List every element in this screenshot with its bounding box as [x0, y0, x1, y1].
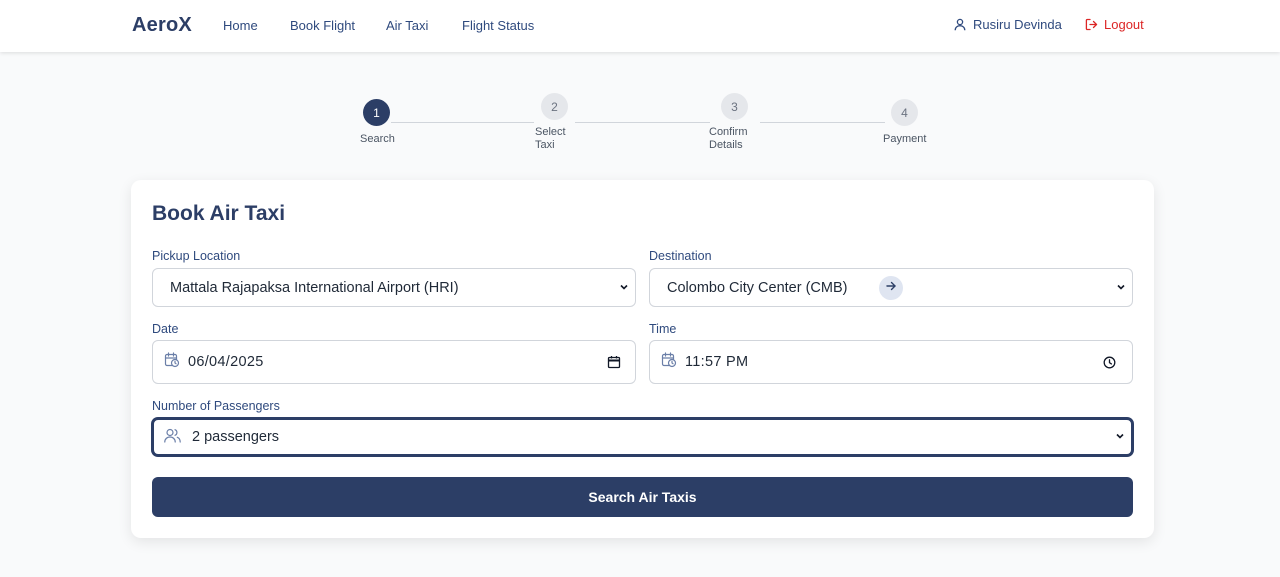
step-3: 3: [721, 93, 748, 120]
passengers-select[interactable]: 2 passengers: [152, 418, 1133, 456]
page-title: Book Air Taxi: [152, 202, 286, 225]
user-icon: [954, 18, 966, 31]
time-label: Time: [649, 322, 677, 336]
pickup-value: Mattala Rajapaksa International Airport …: [170, 279, 459, 296]
step-3-label: Confirm Details: [709, 126, 748, 152]
user-profile[interactable]: Rusiru Devinda: [954, 17, 1062, 32]
step-number: 2: [541, 93, 568, 120]
nav-link-home[interactable]: Home: [223, 18, 258, 33]
step-1: 1: [363, 99, 390, 126]
calendar-clock-icon: [164, 352, 180, 372]
step-1-label: Search: [360, 133, 395, 146]
passengers-label: Number of Passengers: [152, 399, 280, 413]
top-navbar: AeroX Home Book Flight Air Taxi Flight S…: [0, 0, 1280, 52]
step-2: 2: [541, 93, 568, 120]
step-4: 4: [891, 99, 918, 126]
nav-link-air-taxi[interactable]: Air Taxi: [386, 18, 428, 33]
date-value: 06/04/2025: [188, 354, 264, 370]
search-air-taxis-button[interactable]: Search Air Taxis: [152, 477, 1133, 517]
pickup-label: Pickup Location: [152, 249, 241, 263]
brand-logo[interactable]: AeroX: [132, 14, 192, 37]
step-4-label: Payment: [883, 133, 926, 146]
chevron-down-icon: [1116, 280, 1126, 296]
time-value: 11:57 PM: [685, 354, 749, 370]
step-number: 4: [891, 99, 918, 126]
booking-card: Book Air Taxi Pickup Location Mattala Ra…: [131, 180, 1154, 538]
step-label-text: Payment: [883, 133, 927, 145]
users-icon: [164, 428, 181, 447]
date-input[interactable]: 06/04/2025: [152, 340, 636, 384]
step-2-label: Select Taxi: [535, 126, 566, 152]
pickup-select[interactable]: Mattala Rajapaksa International Airport …: [152, 268, 636, 307]
calendar-clock-icon: [661, 352, 677, 372]
step-number: 1: [363, 99, 390, 126]
chevron-down-icon: [619, 280, 629, 296]
step-label-text: Details: [709, 139, 743, 151]
step-connector: [760, 122, 885, 123]
destination-value: Colombo City Center (CMB): [667, 279, 848, 296]
step-label-text: Search: [360, 133, 395, 145]
arrow-right-icon: [885, 279, 897, 297]
step-number: 3: [721, 93, 748, 120]
chevron-down-icon: [1115, 429, 1125, 445]
calendar-picker-icon[interactable]: [607, 355, 621, 373]
time-input[interactable]: 11:57 PM: [649, 340, 1133, 384]
step-connector: [391, 122, 534, 123]
logout-label: Logout: [1104, 17, 1144, 32]
user-name: Rusiru Devinda: [973, 17, 1062, 32]
step-label-text: Confirm: [709, 126, 748, 138]
nav-link-book-flight[interactable]: Book Flight: [290, 18, 355, 33]
logout-button[interactable]: Logout: [1085, 17, 1144, 32]
passengers-value: 2 passengers: [192, 429, 280, 445]
swap-locations-button[interactable]: [879, 276, 903, 300]
date-label: Date: [152, 322, 179, 336]
clock-icon[interactable]: [1103, 356, 1116, 373]
step-label-text: Taxi: [535, 139, 555, 151]
step-label-text: Select: [535, 126, 566, 138]
nav-link-flight-status[interactable]: Flight Status: [462, 18, 534, 33]
step-connector: [575, 122, 710, 123]
logout-icon: [1085, 18, 1098, 31]
destination-label: Destination: [649, 249, 712, 263]
